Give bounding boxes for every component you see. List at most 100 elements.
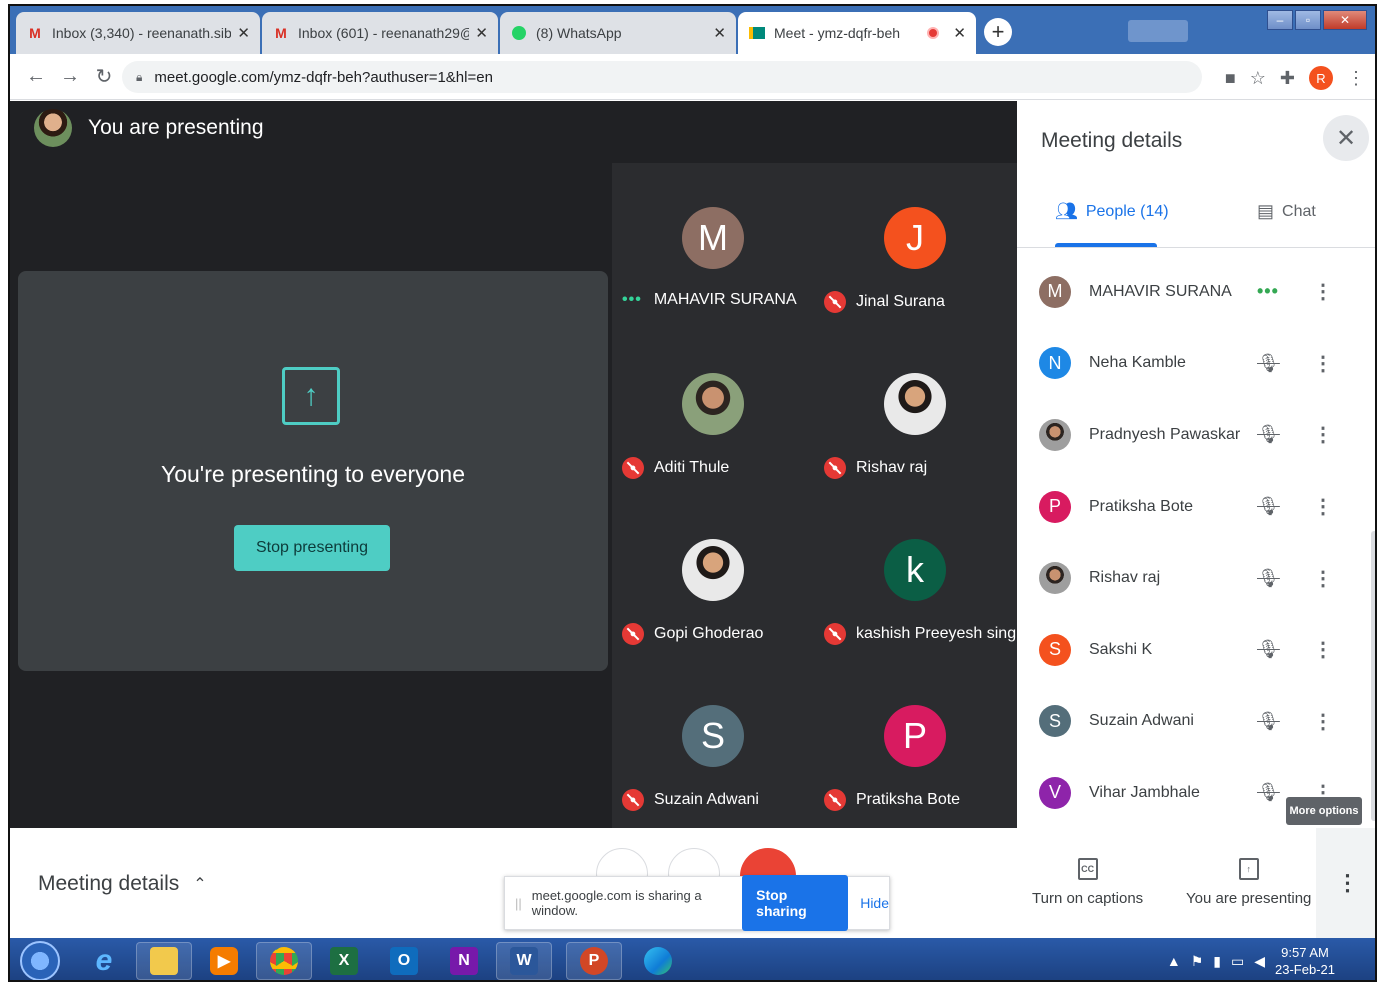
clock[interactable]: 9:57 AM 23-Feb-21 [1275,944,1335,978]
participant-tile[interactable]: M ••• MAHAVIR SURANA [612,163,814,329]
more-options-icon[interactable]: ⋮ [1313,351,1333,376]
participant-tile[interactable]: ● Gopi Ghoderao [612,495,814,661]
participant-tile[interactable]: ● Rishav raj [814,329,1016,495]
stop-presenting-button[interactable]: Stop presenting [234,525,390,571]
start-button[interactable] [20,941,60,980]
power-icon[interactable]: ▮ [1213,953,1221,970]
close-icon[interactable]: ✕ [713,24,726,42]
tab-whatsapp[interactable]: (8) WhatsApp ✕ [500,12,736,54]
sharing-banner: || meet.google.com is sharing a window. … [504,875,890,931]
ie-icon[interactable]: e [76,942,132,980]
screen-frame: M Inbox (3,340) - reenanath.sibaca( ✕ M … [8,4,1377,982]
excel-icon[interactable]: X [316,942,372,980]
captions-icon: CC [1077,858,1098,880]
close-icon[interactable]: ✕ [953,24,966,42]
tab-title: Inbox (601) - reenanath29@gma [298,25,469,41]
maximize-button[interactable]: ▫ [1295,10,1321,30]
media-player-icon[interactable]: ▶ [196,942,252,980]
tab-title: (8) WhatsApp [536,25,622,41]
drag-handle-icon[interactable]: || [515,896,522,911]
browser-toolbar: ← → ↻ 🔒︎ meet.google.com/ymz-dqfr-beh?au… [10,54,1375,100]
participant-row[interactable]: S Sakshi K 🎙︎ ⋮ [1017,614,1367,686]
tab-title: Meet - ymz-dqfr-beh [774,25,901,41]
presenting-card: ↑ You're presenting to everyone Stop pre… [18,271,608,671]
profile-avatar[interactable]: R [1309,66,1333,90]
edge-icon[interactable] [630,942,686,980]
windows-taskbar: e ▶ X O N W P ▲ ⚑ ▮ ▭ ◀ 9:57 AM 23-Feb-2… [10,938,1375,980]
participant-tile[interactable]: ● Aditi Thule [612,329,814,495]
volume-icon[interactable]: ◀ [1254,953,1265,970]
captions-button[interactable]: CC Turn on captions [1032,858,1143,907]
hide-button[interactable]: Hide [860,895,889,911]
new-tab-button[interactable]: + [984,18,1012,46]
close-icon[interactable]: ✕ [237,24,250,42]
more-options-icon[interactable]: ⋮ [1313,566,1333,591]
minimize-button[interactable]: – [1267,10,1293,30]
reload-icon[interactable]: ↻ [88,61,120,93]
participant-grid: M ••• MAHAVIR SURANA J ● Jinal Surana ● Adi… [612,163,1025,828]
tab-gmail-2[interactable]: M Inbox (601) - reenanath29@gma ✕ [262,12,498,54]
avatar: S [1039,633,1071,666]
camera-icon[interactable]: ■ [1225,68,1236,89]
participant-row[interactable]: N Neha Kamble 🎙︎ ⋮ [1017,328,1367,400]
tab-chat[interactable]: ▤ Chat [1257,201,1316,222]
menu-icon[interactable]: ⋮ [1347,68,1365,89]
participant-row[interactable]: P Pratiksha Bote 🎙︎ ⋮ [1017,471,1367,543]
present-upload-icon: ↑ [282,367,340,425]
more-options-icon[interactable]: ⋮ [1313,422,1333,447]
chrome-icon[interactable] [256,942,312,980]
participant-row[interactable]: S Suzain Adwani 🎙︎ ⋮ [1017,686,1367,758]
participant-tile[interactable]: P ● Pratiksha Bote [814,661,1016,827]
tab-meet[interactable]: Meet - ymz-dqfr-beh ✕ [738,12,976,54]
participant-tile[interactable]: J ● Jinal Surana [814,163,1016,329]
avatar: M [1039,275,1071,308]
outlook-icon[interactable]: O [376,942,432,980]
more-options-button[interactable]: ⋮ [1316,828,1375,938]
scrollbar[interactable] [1371,531,1375,821]
participant-tile[interactable]: S ● Suzain Adwani [612,661,814,827]
flag-icon[interactable]: ⚑ [1191,953,1204,970]
gmail-icon: M [29,25,41,41]
browser-tabstrip: M Inbox (3,340) - reenanath.sibaca( ✕ M … [10,6,1375,54]
avatar [1039,562,1071,595]
tab-people[interactable]: 👥︎ People (14) [1055,201,1169,222]
url-text: meet.google.com/ymz-dqfr-beh?authuser=1&… [154,68,493,86]
participant-tile[interactable]: k ● kashish Preeyesh singh [814,495,1025,661]
meeting-details-label: Meeting details [38,872,180,895]
close-window-button[interactable]: ✕ [1323,10,1367,30]
close-icon[interactable]: ✕ [475,24,488,42]
more-options-icon[interactable]: ⋮ [1313,709,1333,734]
avatar [682,539,744,601]
participant-row[interactable]: M MAHAVIR SURANA ••• ⋮ [1017,256,1367,328]
tile-name: ● kashish Preeyesh singh [824,623,1025,645]
participant-name: Vihar Jambhale [1089,783,1200,801]
participant-row[interactable]: Pradnyesh Pawaskar 🎙︎ ⋮ [1017,399,1367,471]
participant-list: M MAHAVIR SURANA ••• ⋮ N Neha Kamble 🎙︎ ⋮ Pradny… [1017,256,1367,829]
forward-icon[interactable]: → [54,61,86,93]
word-icon[interactable]: W [496,942,552,980]
participant-name: MAHAVIR SURANA [1089,282,1232,300]
avatar: N [1039,347,1071,380]
tab-gmail-1[interactable]: M Inbox (3,340) - reenanath.sibaca( ✕ [16,12,260,54]
you-are-presenting-button[interactable]: ↑ You are presenting [1186,858,1311,907]
back-icon[interactable]: ← [20,61,52,93]
mic-off-icon: 🎙︎ [1257,496,1280,517]
whatsapp-icon [510,24,528,42]
participant-name: Pratiksha Bote [1089,497,1194,515]
star-icon[interactable]: ☆ [1250,68,1266,89]
show-hidden-icons-icon[interactable]: ▲ [1167,953,1181,969]
meeting-details-toggle[interactable]: Meeting details ⌃ [38,872,207,896]
close-panel-button[interactable]: ✕ [1323,115,1369,161]
network-icon[interactable]: ▭ [1231,953,1244,970]
participant-row[interactable]: Rishav raj 🎙︎ ⋮ [1017,542,1367,614]
powerpoint-icon[interactable]: P [566,942,622,980]
mic-off-icon: ● [622,623,644,645]
more-options-icon[interactable]: ⋮ [1313,494,1333,519]
address-bar[interactable]: 🔒︎ meet.google.com/ymz-dqfr-beh?authuser… [122,61,1202,93]
more-options-icon[interactable]: ⋮ [1313,637,1333,662]
extensions-icon[interactable]: ✚ [1280,68,1295,89]
onenote-icon[interactable]: N [436,942,492,980]
file-explorer-icon[interactable] [136,942,192,980]
stop-sharing-button[interactable]: Stop sharing [742,875,849,931]
more-options-icon[interactable]: ⋮ [1313,279,1333,304]
